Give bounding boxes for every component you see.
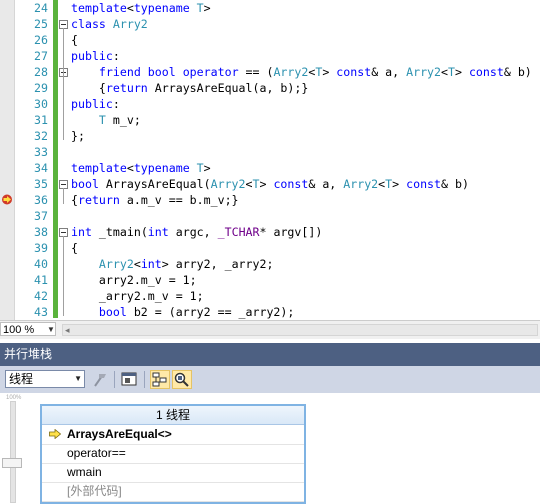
code-line[interactable]: 28 friend bool operator == (Arry2<T> con… <box>0 64 540 80</box>
stack-frame-label: ArraysAreEqual<> <box>67 427 172 441</box>
stack-frame-label: operator== <box>67 446 126 460</box>
code-text: arry2.m_v = 1; <box>71 273 197 287</box>
code-text: friend bool operator == (Arry2<T> const&… <box>98 65 532 79</box>
line-number: 35 <box>34 177 48 191</box>
toolbar-separator <box>114 371 115 388</box>
thread-view-icon <box>152 372 167 387</box>
code-line[interactable]: 32}; <box>0 128 540 144</box>
code-line[interactable]: 38 int _tmain(int argc, _TCHAR* argv[]) <box>0 224 540 240</box>
stack-frame[interactable]: ArraysAreEqual<> <box>42 425 304 445</box>
line-number: 34 <box>34 161 48 175</box>
zoom-slider-thumb[interactable] <box>2 458 22 468</box>
code-text: template<typename T> <box>71 1 211 15</box>
zoom-to-frame-button[interactable] <box>172 370 192 389</box>
code-text: Arry2<int> arry2, _arry2; <box>98 257 274 271</box>
panel-toolbar: 线程 ▼ <box>0 366 540 393</box>
horizontal-scrollbar[interactable]: ◂ <box>62 324 538 336</box>
code-text: _arry2.m_v = 1; <box>71 289 204 303</box>
code-line[interactable]: 35 bool ArraysAreEqual(Arry2<T> const& a,… <box>0 176 540 192</box>
line-number: 40 <box>34 257 48 271</box>
code-text: T m_v; <box>98 113 141 127</box>
code-line[interactable]: 34 template<typename T> <box>0 160 540 176</box>
code-editor[interactable]: 24 template<typename T> 25 class Arry2 26 {27… <box>0 0 540 320</box>
method-view-icon <box>121 372 137 386</box>
line-number: 24 <box>34 1 48 15</box>
code-text: { <box>71 241 78 255</box>
line-number: 43 <box>34 305 48 319</box>
zoom-to-frame-icon <box>174 372 189 387</box>
code-line[interactable]: 25 class Arry2 <box>0 16 540 32</box>
line-number: 36 <box>34 193 48 207</box>
code-line[interactable]: 39 { <box>0 240 540 256</box>
panel-title: 并行堆栈 <box>0 343 540 366</box>
code-text: public: <box>71 49 120 63</box>
parallel-stacks-canvas[interactable]: 100% 1 线程 ArraysAreEqual<> operator== wmai… <box>0 393 540 504</box>
code-line[interactable]: 29 {return ArraysAreEqual(a, b);} <box>0 80 540 96</box>
stack-frame[interactable]: [外部代码] <box>42 482 304 502</box>
code-line[interactable]: 41 arry2.m_v = 1; <box>0 272 540 288</box>
code-text: { <box>71 33 78 47</box>
toolbar-separator <box>144 371 145 388</box>
code-line[interactable]: 26 { <box>0 32 540 48</box>
code-line[interactable]: 36 {return a.m_v == b.m_v;} <box>0 192 540 208</box>
code-text: bool ArraysAreEqual(Arry2<T> const& a, A… <box>71 177 469 191</box>
line-number: 32 <box>34 129 48 143</box>
line-number: 29 <box>34 81 48 95</box>
line-number: 38 <box>34 225 48 239</box>
code-text: {return a.m_v == b.m_v;} <box>71 193 239 207</box>
toggle-method-view-button[interactable] <box>119 370 139 389</box>
stack-frame-label: wmain <box>67 465 102 479</box>
code-line[interactable]: 27 public: <box>0 48 540 64</box>
code-line[interactable]: 24 template<typename T> <box>0 0 540 16</box>
view-mode-value: 线程 <box>9 372 34 386</box>
thread-view-button[interactable] <box>150 370 170 389</box>
line-number: 41 <box>34 273 48 287</box>
code-line[interactable]: 30 public: <box>0 96 540 112</box>
chevron-down-icon[interactable]: ▼ <box>45 323 57 337</box>
code-line[interactable]: 37 <box>0 208 540 224</box>
code-line[interactable]: 33 <box>0 144 540 160</box>
line-number: 28 <box>34 65 48 79</box>
stack-frame[interactable]: operator== <box>42 444 304 464</box>
code-line[interactable]: 42 _arry2.m_v = 1; <box>0 288 540 304</box>
code-text: template<typename T> <box>71 161 211 175</box>
stack-frame[interactable]: wmain <box>42 463 304 483</box>
line-number: 39 <box>34 241 48 255</box>
code-line[interactable]: 40 Arry2<int> arry2, _arry2; <box>0 256 540 272</box>
zoom-combo[interactable]: 100 % ▼ <box>0 322 56 336</box>
line-number: 30 <box>34 97 48 111</box>
chevron-down-icon[interactable]: ▼ <box>74 371 82 387</box>
current-frame-arrow-icon <box>49 429 61 439</box>
code-text: int _tmain(int argc, _TCHAR* argv[]) <box>71 225 323 239</box>
code-text: {return ArraysAreEqual(a, b);} <box>71 81 309 95</box>
stack-header: 1 线程 <box>42 406 304 425</box>
line-number: 33 <box>34 145 48 159</box>
zoom-value: 100 % <box>3 324 35 336</box>
line-number: 27 <box>34 49 48 63</box>
stack-frame-label: [外部代码] <box>67 484 122 498</box>
fold-guide <box>63 188 64 204</box>
code-text: public: <box>71 97 120 111</box>
editor-status-row: 100 % ▼ ◂ <box>0 320 540 339</box>
line-number: 26 <box>34 33 48 47</box>
view-mode-select[interactable]: 线程 ▼ <box>5 370 85 388</box>
current-statement-arrow-icon <box>2 194 12 205</box>
flag-icon <box>94 374 106 387</box>
code-line[interactable]: 43 bool b2 = (arry2 == _arry2); <box>0 304 540 320</box>
code-line[interactable]: 31 T m_v; <box>0 112 540 128</box>
line-number: 25 <box>34 17 48 31</box>
code-text: }; <box>71 129 85 143</box>
code-text: class Arry2 <box>71 17 148 31</box>
scroll-left-icon[interactable]: ◂ <box>65 325 70 335</box>
fold-guide <box>63 76 64 92</box>
thread-stack-box[interactable]: 1 线程 ArraysAreEqual<> operator== wmain [外部代… <box>40 404 306 504</box>
line-number: 37 <box>34 209 48 223</box>
line-number: 31 <box>34 113 48 127</box>
flag-button[interactable] <box>90 370 110 389</box>
line-number: 42 <box>34 289 48 303</box>
fold-guide <box>63 236 64 316</box>
code-text: bool b2 = (arry2 == _arry2); <box>98 305 295 319</box>
zoom-slider[interactable] <box>10 401 16 503</box>
